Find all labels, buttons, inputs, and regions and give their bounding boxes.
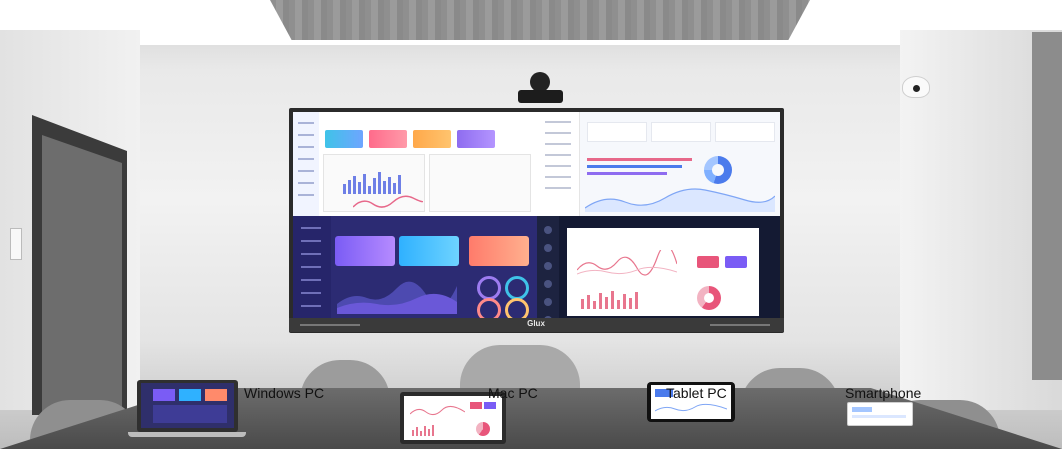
dashboard-sidebar: [293, 112, 319, 216]
stat-card: [413, 130, 451, 148]
stat-card: [179, 389, 201, 401]
device-label-windows-pc: Windows PC: [244, 385, 325, 401]
dashboard-pane-purple: [293, 216, 537, 318]
bar-chart: [412, 424, 434, 436]
stat-card: [325, 130, 363, 148]
donut-chart: [704, 156, 732, 184]
donut-chart: [697, 286, 721, 310]
stat-card: [369, 130, 407, 148]
mac-screen: [404, 396, 502, 440]
smartphone-device: [847, 402, 913, 426]
stat-button: [484, 402, 496, 409]
bezel-light: [710, 324, 770, 326]
stat-card: [153, 389, 175, 401]
progress-bar: [587, 172, 667, 175]
stat-card: [205, 389, 227, 401]
line-chart: [410, 406, 465, 416]
stat-card: [457, 130, 495, 148]
line-chart: [353, 195, 423, 208]
conference-camera: [518, 72, 563, 104]
stat-card: [469, 236, 529, 266]
stat-button: [725, 256, 747, 268]
camera-base: [518, 90, 563, 103]
device-label-mac-pc: Mac PC: [488, 385, 538, 401]
stat-card: [587, 122, 647, 142]
stat-card: [335, 236, 395, 266]
bezel-light: [300, 324, 360, 326]
display-brand-logo: Glux: [527, 319, 545, 328]
stat-button: [470, 402, 482, 409]
laptop-keyboard-base: [128, 432, 246, 437]
security-camera-icon: [902, 76, 930, 98]
bar-chart: [581, 291, 638, 309]
device-label-smartphone: Smartphone: [845, 385, 922, 401]
area-chart: [655, 403, 727, 412]
dashboard-pane-blue: [537, 112, 780, 216]
dashboard-sidebar: [537, 112, 580, 216]
stat-card: [852, 407, 872, 412]
dashboard-pane-dark: [537, 216, 780, 318]
dashboard-sidebar: [293, 216, 331, 318]
list-panel: [429, 154, 531, 212]
gauge: [477, 276, 501, 300]
stat-card: [651, 122, 711, 142]
bar-chart: [343, 172, 401, 194]
line-chart: [577, 250, 677, 276]
door: [42, 135, 122, 415]
device-label-tablet-pc: Tablet PC: [666, 385, 727, 401]
wall-painting: [1032, 32, 1062, 380]
area-chart: [585, 188, 775, 212]
gauge: [477, 298, 501, 318]
stat-card: [399, 236, 459, 266]
stat-button: [697, 256, 719, 268]
dashboard-pane-light: [293, 112, 537, 216]
donut-chart: [476, 422, 490, 436]
laptop-screen: [141, 383, 234, 428]
progress-bar: [587, 158, 692, 161]
chart-area: [852, 415, 906, 418]
gauge: [505, 298, 529, 318]
wood-ceiling-panel: [270, 0, 810, 40]
progress-bar: [587, 165, 682, 168]
camera-lens: [530, 72, 550, 92]
light-switch: [10, 228, 22, 260]
stat-card: [715, 122, 775, 142]
gauge: [505, 276, 529, 300]
area-chart: [337, 281, 457, 314]
meeting-room-photo: Glux Windows PC Mac PC Tablet PC Smartph…: [0, 0, 1062, 449]
chart-area: [153, 405, 227, 423]
dashboard-sidebar: [537, 216, 559, 318]
